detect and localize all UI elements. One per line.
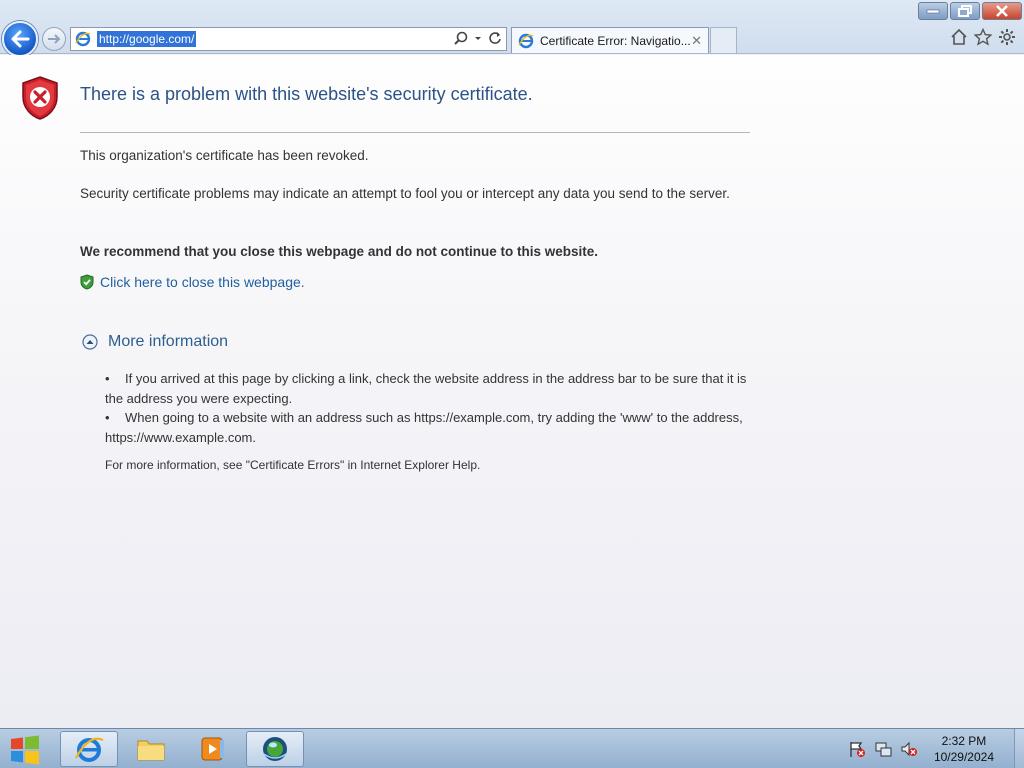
taskbar: 2:32 PM 10/29/2024 [0,728,1024,768]
recommendation-message: We recommend that you close this webpage… [80,244,599,259]
internet-explorer-icon [75,737,104,762]
warning-message: Security certificate problems may indica… [80,186,730,201]
taskbar-media-player[interactable] [184,731,242,767]
restore-icon [958,5,972,17]
restore-button[interactable] [950,2,980,20]
ie-logo-icon [75,31,91,47]
list-item: • If you arrived at this page by clicking… [105,371,747,406]
tab-close-icon[interactable]: ✕ [691,33,702,49]
action-center-flag-icon[interactable] [848,740,866,758]
forward-button[interactable] [42,27,66,51]
help-footer: For more information, see "Certificate E… [105,458,481,472]
show-desktop-button[interactable] [1014,729,1024,768]
security-shield-error-icon [22,76,58,120]
start-windows-icon[interactable] [8,734,42,766]
toolbar-icons [950,28,1016,46]
green-shield-icon [80,274,94,290]
tray-icons [848,740,918,758]
refresh-icon[interactable] [488,31,502,45]
volume-muted-icon[interactable] [900,740,918,758]
system-tray: 2:32 PM 10/29/2024 [848,729,1024,768]
more-information-list: • If you arrived at this page by clicking… [105,369,750,447]
tab-certificate-error[interactable]: Certificate Error: Navigatio... ✕ [511,27,709,53]
dropdown-icon[interactable] [474,31,482,45]
settings-gear-icon[interactable] [998,28,1016,46]
home-icon[interactable] [950,28,968,46]
address-url[interactable]: http://google.com/ [97,31,197,47]
address-bar[interactable]: http://google.com/ [70,27,507,51]
collapse-chevron-icon [82,334,98,350]
minimize-button[interactable] [918,2,948,20]
forward-arrow-icon [48,34,61,44]
list-item: • When going to a website with an address… [105,410,743,445]
revoked-message: This organization's certificate has been… [80,148,369,163]
minimize-icon [926,9,940,14]
close-icon [996,5,1008,17]
close-webpage-link[interactable]: Click here to close this webpage. [80,274,305,290]
back-button[interactable] [2,21,38,57]
certificate-error-page: There is a problem with this website's s… [0,55,1024,728]
divider [80,132,750,133]
page-title: There is a problem with this website's s… [80,84,533,104]
globe-app-icon [263,737,287,761]
new-tab-button[interactable] [710,27,737,53]
more-information-label[interactable]: More information [108,333,228,351]
taskbar-file-explorer[interactable] [122,731,180,767]
network-icon[interactable] [874,740,892,758]
clock-time: 2:32 PM [941,734,987,748]
favorites-star-icon[interactable] [974,28,992,46]
window-controls [918,2,1022,20]
browser-chrome: http://google.com/ Certificate Error: Na… [0,0,1024,57]
taskbar-internet-explorer[interactable] [60,731,118,767]
address-bar-icons [454,31,502,45]
clock[interactable]: 2:32 PM 10/29/2024 [934,733,994,765]
taskbar-network-app[interactable] [246,731,304,767]
clock-date: 10/29/2024 [933,750,994,764]
search-icon[interactable] [454,31,468,45]
close-webpage-link-text[interactable]: Click here to close this webpage. [100,274,305,290]
folder-icon [137,740,165,761]
tab-title: Certificate Error: Navigatio... [540,33,691,48]
media-player-icon [201,737,224,761]
back-arrow-icon [11,30,30,48]
ie-logo-icon [518,33,534,48]
close-window-button[interactable] [982,2,1022,20]
more-information-toggle[interactable]: More information [82,333,228,351]
